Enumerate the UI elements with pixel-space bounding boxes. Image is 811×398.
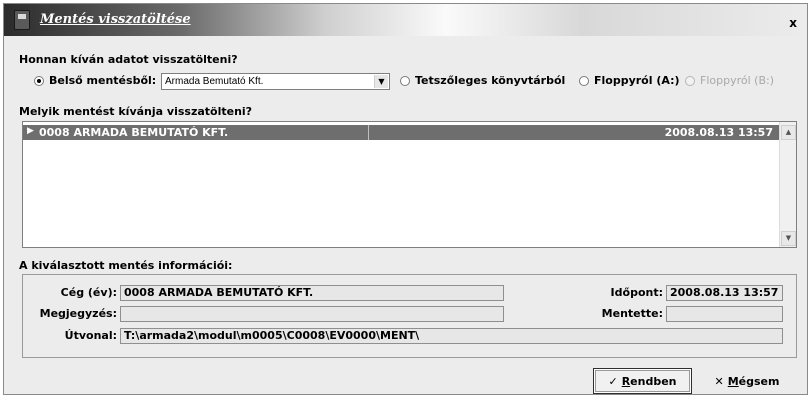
column-divider [368, 125, 369, 140]
backup-question: Melyik mentést kívánja visszatölteni? [19, 105, 253, 118]
window-title: Mentés visszatöltése [40, 12, 191, 27]
restore-backup-dialog: Mentés visszatöltése x Honnan kíván adat… [3, 3, 808, 395]
scroll-down-icon[interactable]: ▼ [781, 231, 796, 246]
backup-list[interactable]: ▶ 0008 ARMADA BEMUTATÓ KFT. 2008.08.13 1… [22, 121, 797, 248]
row-pointer-icon: ▶ [27, 126, 34, 136]
close-icon[interactable]: x [789, 16, 797, 30]
title-bar: Mentés visszatöltése x [4, 4, 807, 36]
time-field: 2008.08.13 13:57 [666, 285, 783, 301]
time-label: Időpont: [610, 286, 663, 299]
radio-floppy-a[interactable] [579, 76, 589, 86]
note-label: Megjegyzés: [39, 307, 117, 320]
chevron-down-icon[interactable]: ▼ [374, 75, 388, 88]
company-select-value: Armada Bemutató Kft. [165, 76, 264, 87]
radio-any-directory-label[interactable]: Tetszőleges könyvtárból [415, 74, 565, 87]
company-select[interactable]: Armada Bemutató Kft. ▼ [161, 73, 390, 90]
cancel-button[interactable]: ✕ Mégsem [704, 368, 790, 394]
backup-row-name: 0008 ARMADA BEMUTATÓ KFT. [39, 126, 229, 139]
radio-floppy-b [685, 76, 695, 86]
radio-floppy-b-label: Floppyról (B:) [700, 74, 774, 87]
scroll-up-icon[interactable]: ▲ [781, 125, 796, 140]
cancel-button-label: Mégsem [727, 374, 780, 388]
list-scrollbar[interactable]: ▲ ▼ [779, 122, 796, 247]
company-field: 0008 ARMADA BEMUTATÓ KFT. [120, 285, 504, 301]
info-heading: A kiválasztott mentés információi: [19, 259, 233, 272]
info-panel: Cég (év): 0008 ARMADA BEMUTATÓ KFT. Időp… [22, 274, 797, 358]
note-field [120, 306, 504, 322]
cross-icon: ✕ [714, 374, 724, 388]
checkmark-icon: ✓ [608, 374, 618, 388]
source-question: Honnan kíván adatot visszatölteni? [19, 53, 238, 66]
radio-floppy-a-label[interactable]: Floppyról (A:) [594, 74, 680, 87]
path-label: Útvonal: [64, 329, 117, 342]
ok-button[interactable]: ✓ Rendben [593, 368, 692, 394]
saver-field [666, 306, 783, 322]
ok-button-label: Rendben [621, 374, 677, 388]
backup-row[interactable]: ▶ 0008 ARMADA BEMUTATÓ KFT. 2008.08.13 1… [23, 125, 779, 140]
radio-any-directory[interactable] [400, 76, 410, 86]
backup-row-time: 2008.08.13 13:57 [664, 126, 773, 139]
company-label: Cég (év): [60, 286, 117, 299]
radio-internal-backup-label[interactable]: Belső mentésből: [49, 74, 156, 87]
radio-internal-backup[interactable] [34, 76, 44, 86]
path-field: T:\armada2\modul\m0005\C0008\EV0000\MENT… [120, 328, 783, 344]
app-icon [14, 10, 30, 30]
saver-label: Mentette: [601, 307, 663, 320]
